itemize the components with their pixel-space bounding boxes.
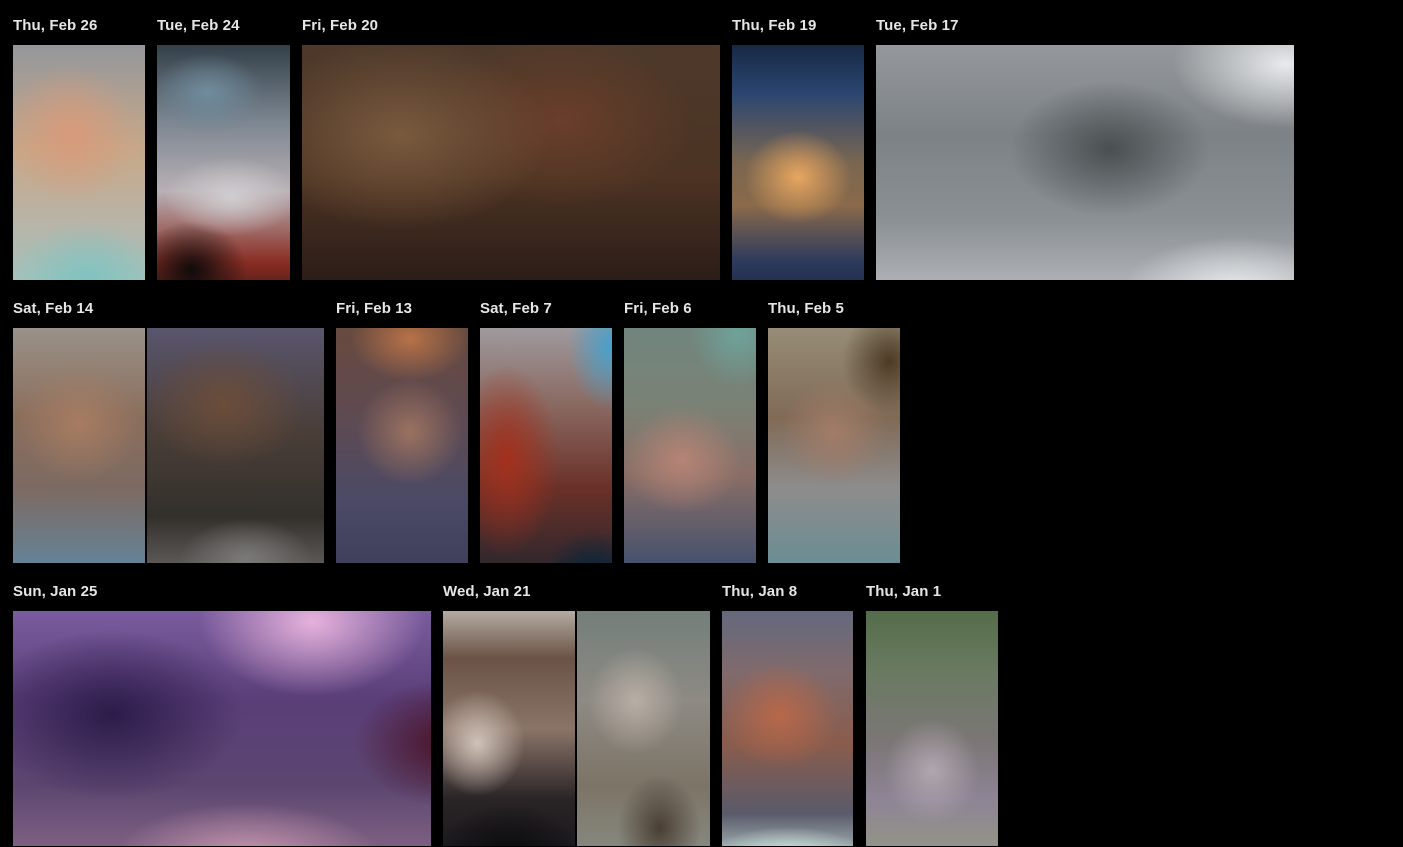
date-header: Thu, Jan 8 [722,583,798,600]
photo-thumbnail[interactable] [480,328,612,563]
photo-thumbnail[interactable] [577,611,710,846]
photo-gallery: Thu, Feb 26 Tue, Feb 24 Fri, Feb 20 Thu,… [0,0,1403,847]
photo-thumbnail[interactable] [302,45,720,280]
date-header: Fri, Feb 13 [336,300,413,317]
date-header: Fri, Feb 6 [624,300,692,317]
photo-thumbnail[interactable] [13,45,145,280]
photo-thumbnail[interactable] [13,328,145,563]
photo-thumbnail[interactable] [624,328,756,563]
photo-thumbnail[interactable] [443,611,575,846]
photo-thumbnail[interactable] [876,45,1294,280]
date-header: Sat, Feb 14 [13,300,94,317]
date-header: Tue, Feb 17 [876,17,959,34]
date-header: Thu, Jan 1 [866,583,942,600]
date-header: Sun, Jan 25 [13,583,98,600]
date-header: Thu, Feb 19 [732,17,817,34]
photo-thumbnail[interactable] [336,328,468,563]
photo-thumbnail[interactable] [157,45,290,280]
photo-thumbnail[interactable] [722,611,853,846]
date-header: Sat, Feb 7 [480,300,552,317]
photo-thumbnail[interactable] [866,611,998,846]
photo-thumbnail[interactable] [147,328,324,563]
photo-thumbnail[interactable] [13,611,431,846]
date-header: Thu, Feb 26 [13,17,98,34]
photo-thumbnail[interactable] [768,328,900,563]
date-header: Fri, Feb 20 [302,17,379,34]
photo-thumbnail[interactable] [732,45,864,280]
date-header: Tue, Feb 24 [157,17,240,34]
date-header: Wed, Jan 21 [443,583,531,600]
date-header: Thu, Feb 5 [768,300,844,317]
